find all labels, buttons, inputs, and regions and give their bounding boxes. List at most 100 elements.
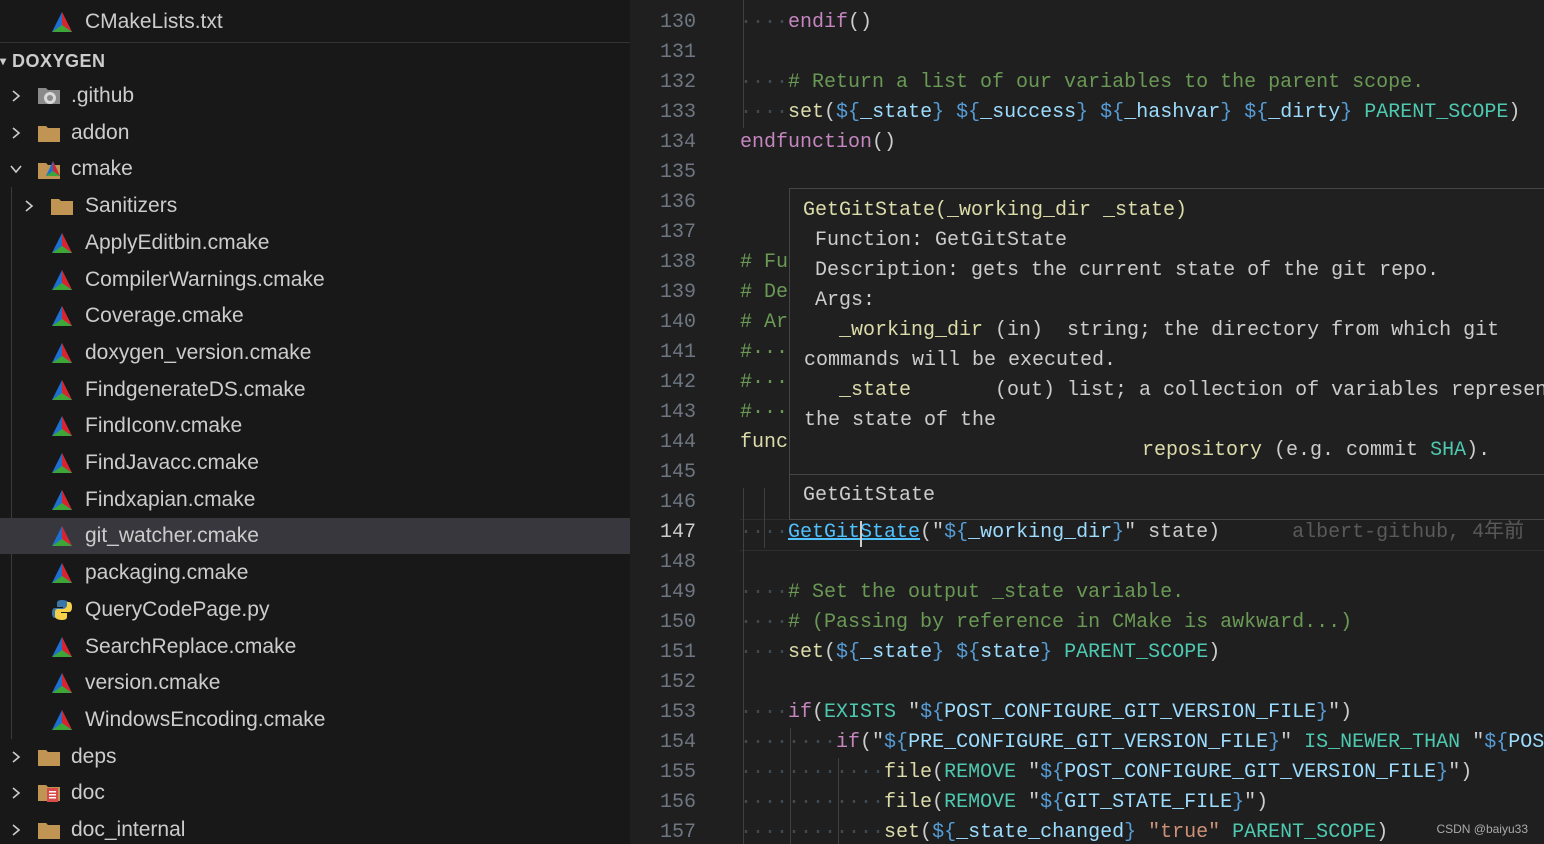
folder-item-deps[interactable]: deps [0, 739, 630, 775]
code-line: ····# Set the output _state variable. [740, 581, 1185, 604]
line-number: 135 [659, 161, 696, 184]
chevron-right-icon [6, 783, 26, 803]
file-item-git-watcher-cmake[interactable]: git_watcher.cmake [0, 518, 630, 555]
code-line: func [740, 431, 789, 454]
watermark: CSDN @baiyu33 [1436, 822, 1528, 836]
file-item-cmakelists[interactable]: CMakeLists.txt [0, 4, 630, 40]
hover-footer: GetGitState [803, 484, 936, 507]
chevron-right-icon [6, 747, 26, 767]
item-label: Findxapian.cmake [85, 487, 256, 511]
file-item-searchreplace-cmake[interactable]: SearchReplace.cmake [0, 629, 630, 665]
folder-item-github[interactable]: .github [0, 78, 630, 114]
item-label: doxygen_version.cmake [85, 340, 312, 364]
cmake-file-icon [50, 524, 74, 548]
line-number: 136 [659, 191, 696, 214]
hover-arg1: _working_dir (in) string; the directory … [839, 316, 1499, 346]
text-cursor [860, 521, 862, 547]
line-number: 154 [659, 731, 696, 754]
section-title: DOXYGEN [12, 50, 106, 71]
chevron-down-icon: ▾ [0, 54, 7, 68]
file-item-packaging-cmake[interactable]: packaging.cmake [0, 555, 630, 591]
line-number: 145 [659, 461, 696, 484]
file-item-findiconv-cmake[interactable]: FindIconv.cmake [0, 408, 630, 444]
line-number: 142 [659, 371, 696, 394]
item-label: deps [71, 744, 117, 768]
item-label: .github [71, 84, 135, 107]
code-line: endfunction() [740, 131, 897, 154]
item-label: WindowsEncoding.cmake [85, 707, 326, 731]
arg1-desc: (in) string; the directory from which gi… [983, 319, 1500, 342]
file-item-compilerwarnings-cmake[interactable]: CompilerWarnings.cmake [0, 262, 630, 298]
cmake-file-icon [50, 341, 74, 365]
item-label: git_watcher.cmake [85, 524, 259, 548]
code-line: ····set(${_state} ${_success} ${_hashvar… [740, 101, 1521, 124]
cmake-file-icon [50, 451, 74, 475]
repo-mid: (e.g. commit [1262, 439, 1431, 462]
hover-arg2-cont: the state of the [804, 409, 997, 432]
cmake-file-icon [50, 231, 74, 255]
item-label: ApplyEditbin.cmake [85, 230, 270, 254]
file-label: CMakeLists.txt [85, 10, 223, 33]
line-number: 143 [659, 401, 696, 424]
file-item-findxapian-cmake[interactable]: Findxapian.cmake [0, 482, 630, 518]
cmake-file-icon [50, 635, 74, 659]
line-number: 144 [659, 431, 696, 454]
line-number: 151 [659, 641, 696, 664]
file-item-windowsencoding-cmake[interactable]: WindowsEncoding.cmake [0, 702, 630, 738]
line-number: 139 [659, 281, 696, 304]
section-header-doxygen[interactable]: ▾ DOXYGEN [0, 42, 630, 79]
item-label: QueryCodePage.py [85, 597, 270, 621]
cmake-file-icon [50, 268, 74, 292]
folder-icon [50, 194, 74, 218]
hover-arg2: _state (out) list; a collection of varia… [839, 376, 1544, 406]
folder-item-cmake[interactable]: cmake [0, 151, 630, 187]
code-line: # Fu [740, 251, 789, 274]
chevron-right-icon [19, 196, 39, 216]
item-label: packaging.cmake [85, 561, 249, 585]
hover-function-line: Function: GetGitState [815, 229, 1068, 252]
item-label: cmake [71, 157, 133, 181]
line-number: 149 [659, 581, 696, 604]
folder-item-doc[interactable]: doc [0, 775, 630, 811]
line-number: 147 [659, 521, 696, 544]
cmake-folder-icon [37, 157, 61, 181]
file-item-coverage-cmake[interactable]: Coverage.cmake [0, 298, 630, 334]
item-label: Sanitizers [85, 194, 178, 218]
repo-end: ). [1466, 439, 1491, 462]
item-label: FindgenerateDS.cmake [85, 377, 306, 401]
item-label: SearchReplace.cmake [85, 634, 297, 658]
code-line: ············set(${_state_changed} "true"… [740, 821, 1389, 844]
code-line: ····# Return a list of our variables to … [740, 71, 1425, 94]
chevron-down-icon [6, 159, 26, 179]
line-number: 130 [659, 11, 696, 34]
hover-popup[interactable]: GetGitState(_working_dir _state) Functio… [789, 188, 1544, 520]
file-item-version-cmake[interactable]: version.cmake [0, 665, 630, 701]
item-label: FindJavacc.cmake [85, 451, 259, 474]
code-line: #··· [740, 371, 789, 394]
cmake-file-icon [50, 10, 74, 34]
hover-arg1-cont: commands will be executed. [804, 349, 1117, 372]
repo-word: repository [1142, 439, 1263, 462]
folder-item-sanitizers[interactable]: Sanitizers [0, 188, 630, 224]
folder-item-addon[interactable]: addon [0, 115, 630, 151]
file-item-findjavacc-cmake[interactable]: FindJavacc.cmake [0, 445, 630, 481]
hover-divider [790, 474, 1544, 475]
arg2-name: _state [839, 379, 912, 402]
cmake-file-icon [50, 708, 74, 732]
arg2-desc: (out) list; a collection of variables re… [911, 379, 1544, 402]
file-item-doxygen-version-cmake[interactable]: doxygen_version.cmake [0, 335, 630, 371]
repo-sha: SHA [1430, 439, 1467, 462]
file-item-applyeditbin-cmake[interactable]: ApplyEditbin.cmake [0, 225, 630, 261]
code-line: ········if("${PRE_CONFIGURE_GIT_VERSION_… [740, 731, 1544, 754]
cmake-file-icon [50, 378, 74, 402]
line-number: 156 [659, 791, 696, 814]
file-item-querycodepage-py[interactable]: QueryCodePage.py [0, 592, 630, 628]
line-number: 148 [659, 551, 696, 574]
hover-description-line: Description: gets the current state of t… [815, 259, 1440, 282]
line-number: 146 [659, 491, 696, 514]
cmake-file-icon [50, 414, 74, 438]
line-number: 137 [659, 221, 696, 244]
item-label: CompilerWarnings.cmake [85, 267, 325, 291]
folder-item-doc-internal[interactable]: doc_internal [0, 812, 630, 844]
file-item-findgenerateds-cmake[interactable]: FindgenerateDS.cmake [0, 372, 630, 408]
